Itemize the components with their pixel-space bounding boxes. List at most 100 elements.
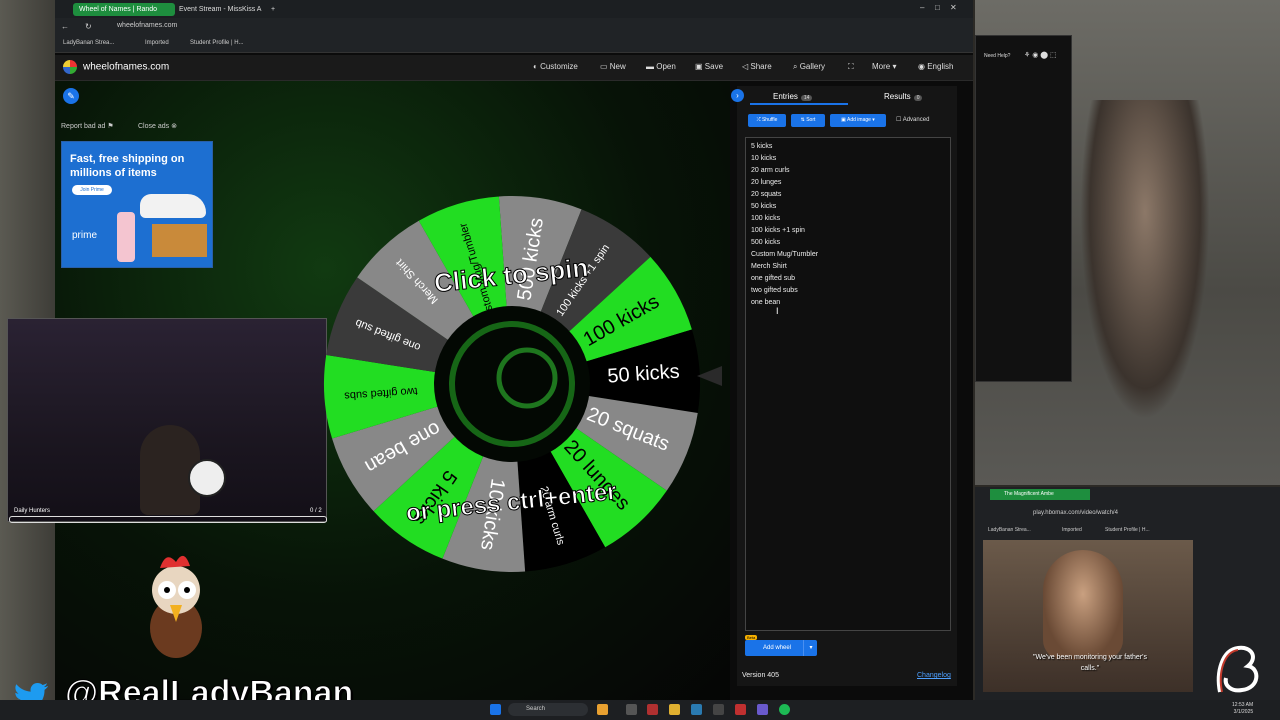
- clock-time: 12:53 AM: [1232, 702, 1254, 708]
- link-label: Report bad ad: [61, 123, 106, 130]
- entry-line[interactable]: Merch Shirt: [751, 263, 787, 270]
- need-help-label[interactable]: Need Help?: [984, 53, 1010, 59]
- sort-button[interactable]: ⇅ Sort: [791, 114, 825, 127]
- nav-language[interactable]: ◉ English: [918, 62, 953, 71]
- brand[interactable]: wheelofnames.com: [63, 60, 169, 74]
- shuffle-button[interactable]: ⤮ Shuffle: [748, 114, 786, 127]
- rooster-icon: [150, 555, 202, 658]
- prime-logo: prime: [72, 230, 98, 241]
- tab-entries[interactable]: Entries 14: [773, 92, 813, 101]
- tab-label: Results: [884, 92, 911, 101]
- link-label: Close ads: [138, 123, 170, 130]
- entry-line[interactable]: one bean: [751, 299, 780, 306]
- nav-label: Share: [750, 62, 772, 71]
- add-image-button[interactable]: ▣ Add image ▾: [830, 114, 886, 127]
- nav-open[interactable]: ▬ Open: [646, 62, 676, 71]
- extension-icons[interactable]: ⚘ ◉ ⬤ ⬚: [1024, 51, 1057, 59]
- add-wheel-dropdown-icon[interactable]: ▾: [803, 640, 818, 656]
- entry-line[interactable]: 100 kicks: [751, 215, 780, 222]
- wheel-center[interactable]: [434, 306, 590, 462]
- tab-label: Event Stream - MissKiss A: [179, 6, 262, 13]
- advertisement[interactable]: Fast, free shipping on millions of items…: [61, 141, 213, 268]
- mini-bookmark[interactable]: Imported: [1062, 527, 1082, 533]
- entry-line[interactable]: 20 squats: [751, 191, 781, 198]
- collapse-panel-button[interactable]: ›: [731, 89, 744, 102]
- reload-icon[interactable]: ↻: [85, 22, 92, 31]
- changelog-link[interactable]: Changelog: [917, 672, 951, 679]
- active-tab-underline: [750, 103, 848, 105]
- nav-more[interactable]: More ▾: [872, 62, 896, 71]
- bottle-image: [117, 212, 135, 262]
- taskbar-app-icon[interactable]: [713, 704, 724, 715]
- bookmark-item[interactable]: LadyBanan Strea...: [63, 40, 114, 46]
- windows-start-icon[interactable]: [490, 704, 501, 715]
- mini-bookmark[interactable]: Student Profile | H...: [1105, 527, 1150, 533]
- tab-event-stream[interactable]: Event Stream - MissKiss A: [173, 3, 275, 16]
- bookmark-item[interactable]: Imported: [145, 40, 169, 46]
- taskbar: [0, 700, 1280, 720]
- report-bad-ad-link[interactable]: Report bad ad ⚑: [61, 122, 114, 130]
- nav-save[interactable]: ▣ Save: [695, 62, 723, 71]
- advanced-checkbox[interactable]: ☐ Advanced: [896, 116, 929, 123]
- mini-bookmark[interactable]: LadyBanan Strea...: [988, 527, 1031, 533]
- entry-line[interactable]: 100 kicks +1 spin: [751, 227, 805, 234]
- brand-name: wheelofnames.com: [83, 61, 170, 73]
- nav-gallery[interactable]: ⌕ Gallery: [793, 62, 825, 72]
- fullscreen-icon[interactable]: ⛶: [848, 62, 854, 72]
- edit-pencil-icon[interactable]: ✎: [63, 88, 79, 104]
- mini-browser-tab[interactable]: The Magnificent Ambe: [990, 489, 1090, 500]
- button-label: Shuffle: [761, 117, 778, 123]
- file-explorer-icon[interactable]: [669, 704, 680, 715]
- results-count-badge: 0: [913, 95, 923, 101]
- spotify-icon[interactable]: [779, 704, 790, 715]
- entry-line[interactable]: 5 kicks: [751, 143, 772, 150]
- maximize-icon[interactable]: □: [935, 3, 940, 12]
- entry-line[interactable]: one gifted sub: [751, 275, 795, 282]
- checkbox-label: Advanced: [902, 117, 930, 123]
- task-view-icon[interactable]: [626, 704, 637, 715]
- taskbar-app-icon[interactable]: [735, 704, 746, 715]
- tab-label: Entries: [773, 92, 798, 101]
- ad-headline: Fast, free shipping on millions of items: [70, 153, 185, 179]
- taskbar-clock: 12:53 AM 3/1/2025: [1232, 702, 1253, 716]
- taskbar-app-icon[interactable]: [597, 704, 608, 715]
- nav-label: Open: [656, 62, 676, 71]
- close-icon[interactable]: ✕: [950, 3, 957, 12]
- video-frame-face: [1043, 550, 1123, 660]
- channel-logo-icon: [1216, 645, 1259, 693]
- nav-new[interactable]: ▭ New: [600, 62, 626, 71]
- entries-textarea[interactable]: [745, 137, 951, 631]
- taskbar-app-icon[interactable]: [647, 704, 658, 715]
- discord-icon[interactable]: [757, 704, 768, 715]
- back-icon[interactable]: ←: [61, 22, 69, 31]
- clock-date: 3/1/2025: [1233, 709, 1254, 715]
- entry-line[interactable]: Custom Mug/Tumbler: [751, 251, 818, 258]
- background-portrait: [1080, 100, 1210, 420]
- new-tab-button[interactable]: +: [265, 3, 281, 16]
- bookmark-item[interactable]: Student Profile | H...: [190, 40, 244, 46]
- button-label: Add image: [847, 117, 871, 123]
- url-field[interactable]: wheelofnames.com: [117, 22, 177, 29]
- entry-line[interactable]: two gifted subs: [751, 287, 798, 294]
- tab-wheel-of-names[interactable]: Wheel of Names | Rando: [73, 3, 175, 16]
- ad-join-button[interactable]: Join Prime: [72, 185, 112, 195]
- nav-share[interactable]: ◁ Share: [742, 62, 772, 71]
- entry-line[interactable]: 500 kicks: [751, 239, 780, 246]
- entry-line[interactable]: 20 lunges: [751, 179, 781, 186]
- search-label: Search: [526, 706, 546, 712]
- entry-line[interactable]: 50 kicks: [751, 203, 776, 210]
- tab-bar: Wheel of Names | Rando Event Stream - Mi…: [55, 0, 973, 18]
- wheel[interactable]: 500 kicks 100 kicks +1 spin100 kicks50 ki…: [322, 188, 722, 588]
- nav-label: Save: [704, 62, 724, 71]
- minimize-icon[interactable]: –: [920, 3, 924, 12]
- tab-results[interactable]: Results 0: [884, 92, 923, 101]
- entry-line[interactable]: 20 arm curls: [751, 167, 790, 174]
- nav-label: Customize: [540, 62, 578, 71]
- entry-line[interactable]: 10 kicks: [751, 155, 776, 162]
- close-ads-link[interactable]: Close ads ⊗: [138, 122, 177, 130]
- mini-browser-url[interactable]: play.hbomax.com/video/watch/4: [1033, 510, 1118, 516]
- box-image: [152, 224, 207, 257]
- taskbar-app-icon[interactable]: [691, 704, 702, 715]
- taskbar-search[interactable]: Search: [508, 703, 588, 716]
- nav-customize[interactable]: ◐ Customize: [533, 62, 578, 71]
